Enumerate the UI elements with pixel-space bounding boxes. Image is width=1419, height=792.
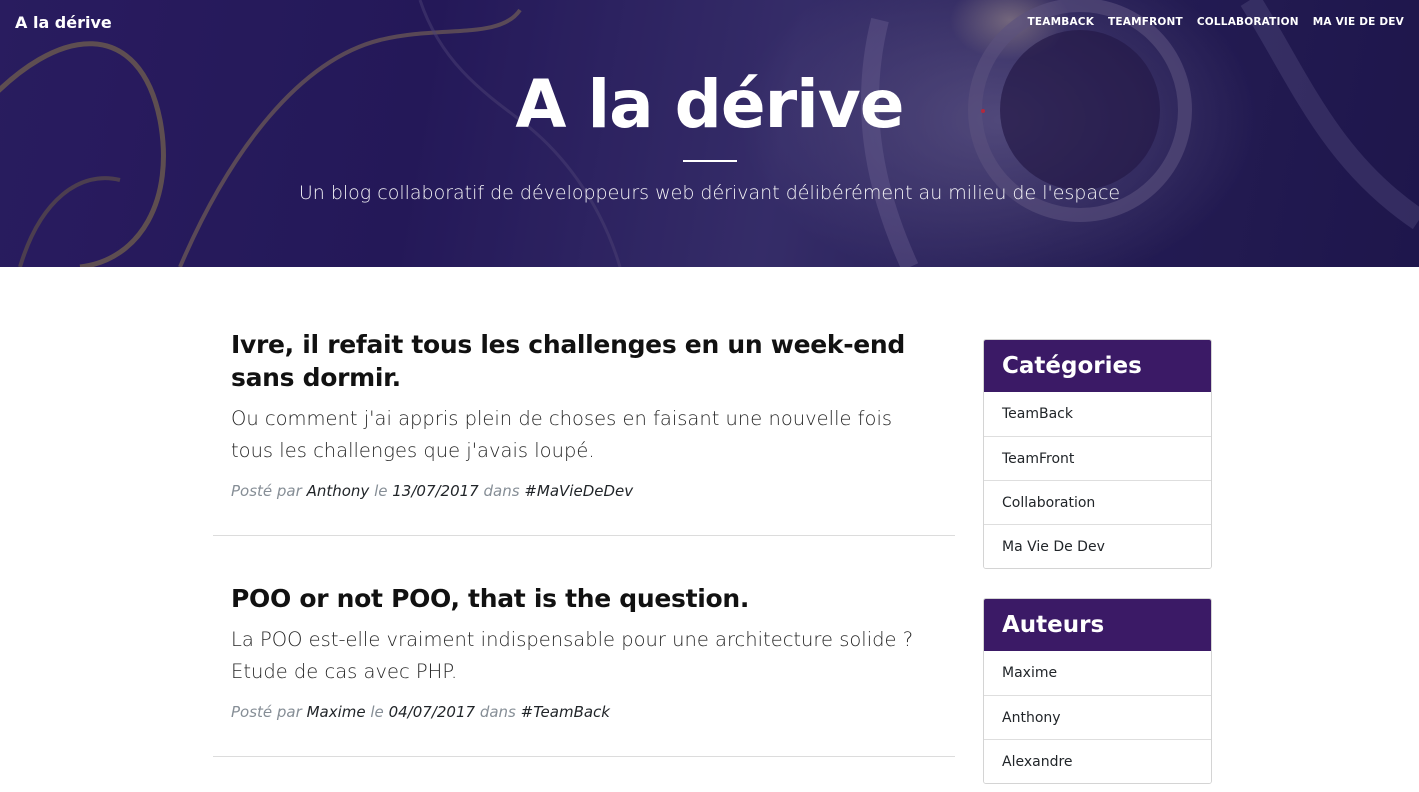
post-preview: POO or not POO, that is the question. La… [213, 536, 955, 757]
site-heading: A la dérive Un blog collaboratif de déve… [0, 62, 1419, 204]
post-subtitle[interactable]: La POO est-elle vraiment indispensable p… [231, 624, 937, 688]
post-category-link[interactable]: #TeamBack [521, 703, 610, 721]
category-item-teamback[interactable]: TeamBack [984, 392, 1211, 436]
navbar: A la dérive TEAMBACK TEAMFRONT COLLABORA… [0, 0, 1419, 44]
post-date: 13/07/2017 [392, 482, 479, 500]
category-item-ma-vie-de-dev[interactable]: Ma Vie De Dev [984, 524, 1211, 568]
sidebar: Catégories TeamBack TeamFront Collaborat… [983, 339, 1212, 792]
categories-card: Catégories TeamBack TeamFront Collaborat… [983, 339, 1212, 569]
category-item-collaboration[interactable]: Collaboration [984, 480, 1211, 524]
post-date: 04/07/2017 [388, 703, 476, 721]
nav-link-collaboration[interactable]: COLLABORATION [1197, 16, 1299, 28]
categories-card-title: Catégories [984, 340, 1211, 392]
post-preview: Ivre, il refait tous les challenges en u… [213, 310, 955, 536]
meta-prefix: Posté par [231, 482, 302, 500]
post-author-link[interactable]: Maxime [307, 703, 366, 721]
authors-card: Auteurs Maxime Anthony Alexandre [983, 598, 1212, 784]
site-title: A la dérive [515, 66, 904, 143]
post-author-link[interactable]: Anthony [307, 482, 370, 500]
masthead: A la dérive TEAMBACK TEAMFRONT COLLABORA… [0, 0, 1419, 267]
post-meta: Posté par Anthony le 13/07/2017 dans #Ma… [231, 481, 937, 535]
title-divider [682, 160, 737, 162]
post-category-link[interactable]: #MaVieDeDev [524, 482, 633, 500]
nav-link-ma-vie-de-dev[interactable]: MA VIE DE DEV [1313, 16, 1404, 28]
category-item-teamfront[interactable]: TeamFront [984, 436, 1211, 480]
nav-links: TEAMBACK TEAMFRONT COLLABORATION MA VIE … [1028, 16, 1404, 28]
meta-date-prefix: le [370, 703, 384, 721]
author-item-alexandre[interactable]: Alexandre [984, 739, 1211, 783]
nav-link-teamfront[interactable]: TEAMFRONT [1108, 16, 1183, 28]
post-list: Ivre, il refait tous les challenges en u… [213, 310, 955, 757]
nav-link-teamback[interactable]: TEAMBACK [1028, 16, 1094, 28]
post-title[interactable]: Ivre, il refait tous les challenges en u… [231, 328, 937, 394]
post-title[interactable]: POO or not POO, that is the question. [231, 582, 937, 615]
meta-category-prefix: dans [479, 703, 516, 721]
author-item-anthony[interactable]: Anthony [984, 695, 1211, 739]
authors-card-title: Auteurs [984, 599, 1211, 651]
meta-date-prefix: le [374, 482, 388, 500]
post-subtitle[interactable]: Ou comment j'ai appris plein de choses e… [231, 403, 937, 467]
site-subtitle: Un blog collaboratif de développeurs web… [298, 182, 1121, 204]
post-meta: Posté par Maxime le 04/07/2017 dans #Tea… [231, 702, 937, 756]
meta-prefix: Posté par [231, 703, 302, 721]
author-item-maxime[interactable]: Maxime [984, 651, 1211, 695]
brand-link[interactable]: A la dérive [15, 13, 112, 32]
meta-category-prefix: dans [483, 482, 520, 500]
